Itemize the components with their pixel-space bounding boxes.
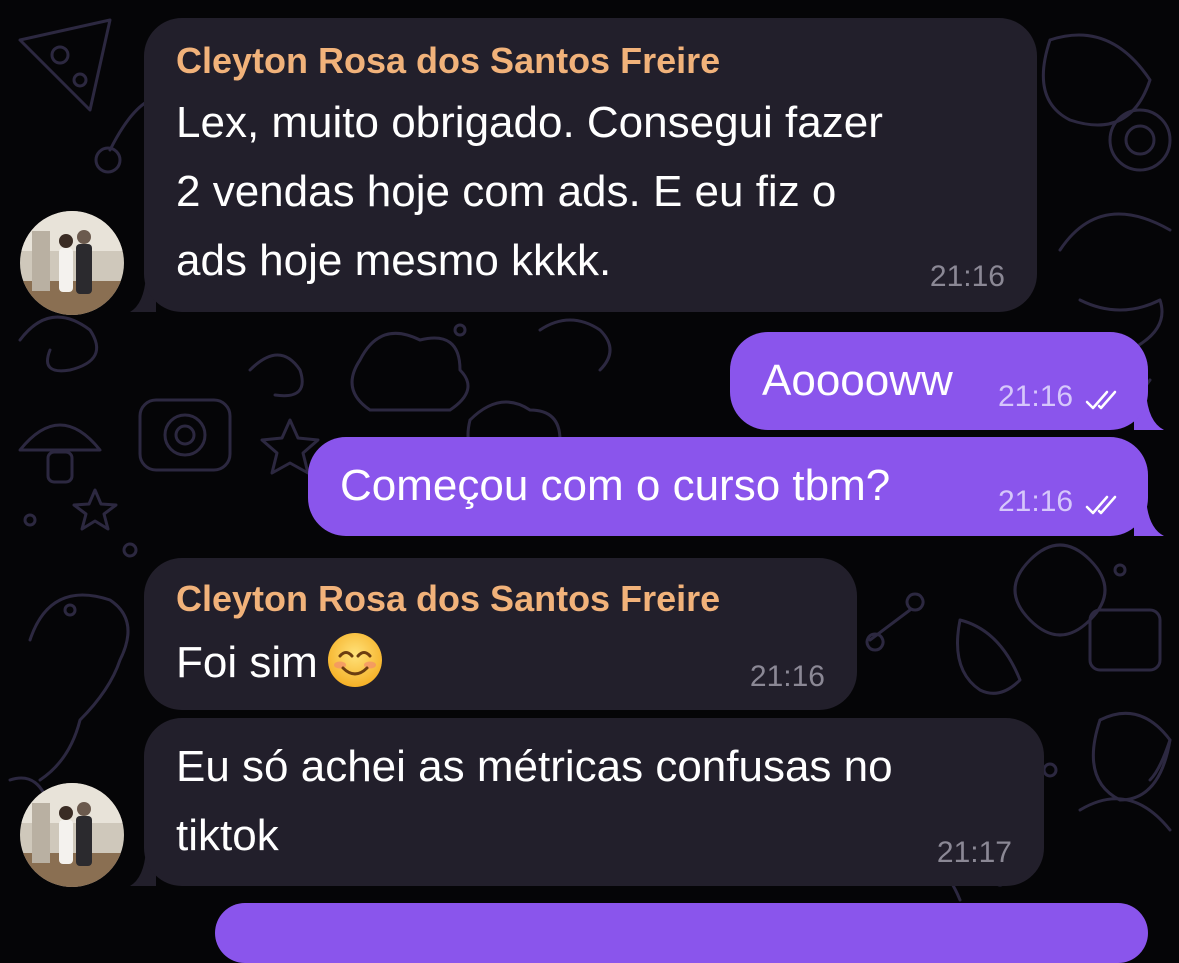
sender-name[interactable]: Cleyton Rosa dos Santos Freire [176,40,720,82]
double-check-icon [1085,390,1117,410]
message-bubble-outgoing[interactable]: Começou com o curso tbm? 21:16 [308,437,1148,536]
message-bubble-outgoing[interactable]: Aooooww 21:16 [730,332,1148,430]
sender-name[interactable]: Cleyton Rosa dos Santos Freire [176,578,720,620]
message-text: Aooooww [762,356,953,405]
avatar-photo-icon [20,211,124,315]
message-bubble-outgoing-partial[interactable] [215,903,1148,963]
message-time: 21:16 [749,660,825,693]
message-time: 21:16 [929,260,1005,293]
message-text: Começou com o curso tbm? [340,461,891,510]
message-text-line: ads hoje mesmo kkkk. [176,236,612,285]
double-check-icon [1085,495,1117,515]
sender-avatar[interactable] [20,211,124,315]
message-text-line: 2 vendas hoje com ads. E eu fiz o [176,167,837,216]
message-bubble-incoming[interactable]: Cleyton Rosa dos Santos Freire Foi sim 2… [144,558,857,710]
message-text-content: Foi sim [176,638,318,687]
message-bubble-incoming[interactable]: Cleyton Rosa dos Santos Freire Lex, muit… [144,18,1037,312]
smiling-face-icon [327,633,382,688]
message-time: 21:17 [936,836,1012,869]
message-text-line: Eu só achei as métricas confusas no [176,742,893,791]
message-time: 21:16 [998,485,1074,518]
message-time: 21:16 [998,380,1074,413]
message-bubble-incoming[interactable]: Eu só achei as métricas confusas no tikt… [144,718,1044,886]
message-text-line: Lex, muito obrigado. Consegui fazer [176,98,883,147]
message-text-line: tiktok [176,811,279,860]
sender-avatar[interactable] [20,783,124,887]
avatar-photo-icon [20,783,124,887]
message-text: Foi sim [176,628,384,697]
